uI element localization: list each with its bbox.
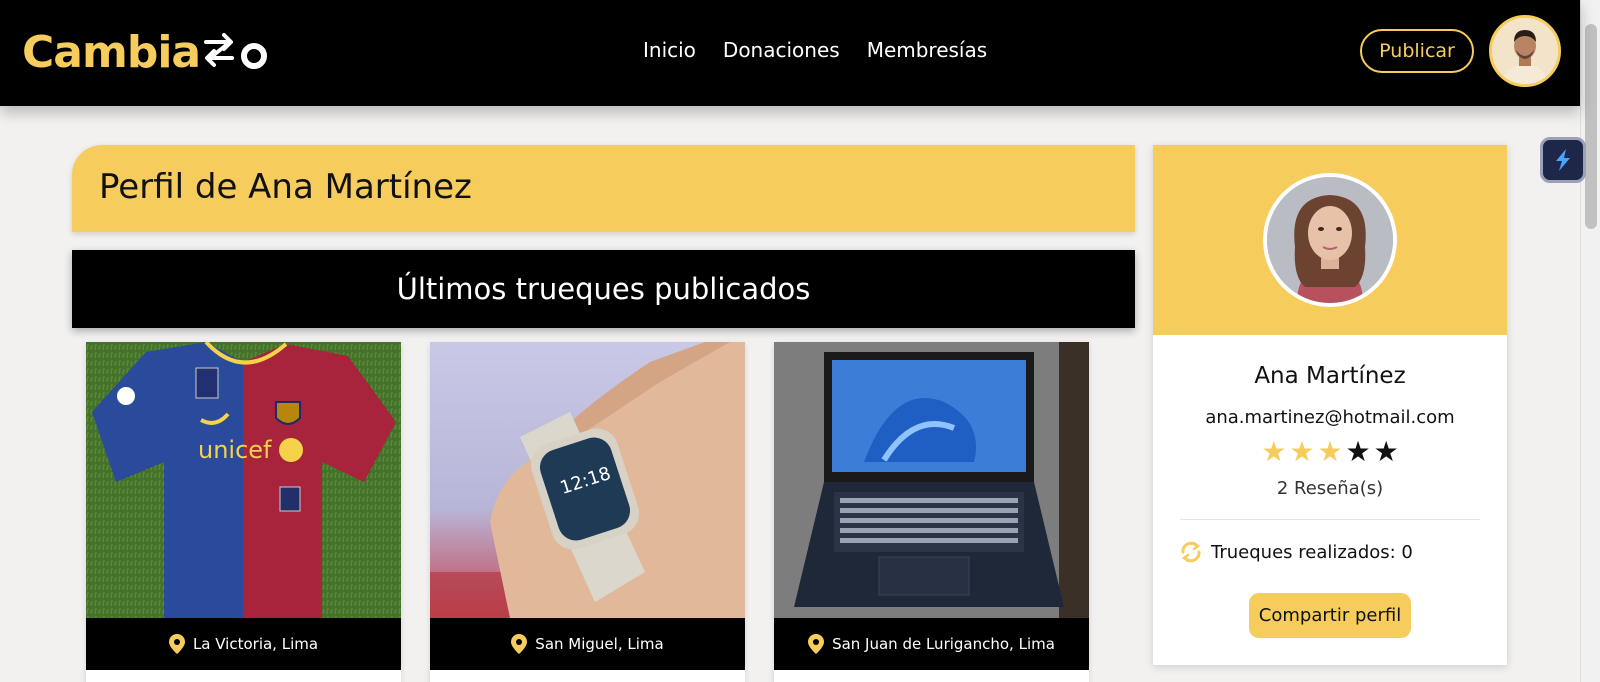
nav-donaciones-link[interactable]: Donaciones (723, 38, 840, 62)
svg-text:unicef: unicef (198, 436, 272, 464)
lightning-icon (1556, 149, 1570, 171)
page-title: Perfil de Ana Martínez (99, 167, 472, 207)
profile-sidebar: Ana Martínez ana.martinez@hotmail.com ★ ★… (1153, 145, 1507, 665)
page-scrollbar[interactable] (1580, 0, 1600, 682)
star-filled-icon: ★ (1261, 436, 1287, 467)
profile-email: ana.martinez@hotmail.com (1205, 407, 1455, 428)
brand-logo[interactable]: Cambia (22, 26, 270, 78)
listing-location: San Juan de Lurigancho, Lima (774, 618, 1089, 670)
star-empty-icon: ★ (1345, 436, 1371, 467)
location-pin-icon (808, 634, 825, 654)
listing-location: San Miguel, Lima (430, 618, 745, 670)
publish-button[interactable]: Publicar (1360, 29, 1474, 73)
scrollbar-thumb[interactable] (1585, 24, 1597, 229)
profile-name: Ana Martínez (1254, 363, 1406, 389)
listing-card[interactable]: San Juan de Lurigancho, Lima (774, 342, 1089, 682)
exchange-arrows-icon (202, 30, 270, 74)
listing-image-jersey: unicef (86, 342, 401, 618)
listing-image-watch: 12:18 (430, 342, 745, 618)
nav-membresias-link[interactable]: Membresías (867, 38, 987, 62)
listing-image-laptop (774, 342, 1089, 618)
star-filled-icon: ★ (1317, 436, 1343, 467)
rating-stars: ★ ★ ★ ★ ★ (1153, 437, 1507, 467)
star-filled-icon: ★ (1289, 436, 1315, 467)
location-pin-icon (511, 634, 528, 654)
listing-location: La Victoria, Lima (86, 618, 401, 670)
location-pin-icon (168, 634, 185, 654)
star-empty-icon: ★ (1373, 436, 1399, 467)
listing-location-text: San Juan de Lurigancho, Lima (832, 635, 1055, 653)
profile-title-banner: Perfil de Ana Martínez (72, 145, 1135, 232)
reviews-count[interactable]: 2 Reseña(s) (1153, 478, 1507, 499)
brand-logo-text: Cambia (22, 26, 201, 78)
divider (1180, 519, 1480, 520)
top-navbar: Cambia Inicio Donaciones Membresías Publ… (0, 0, 1580, 106)
trades-count: Trueques realizados: 0 (1179, 540, 1413, 564)
profile-avatar (1263, 173, 1397, 307)
nav-inicio-link[interactable]: Inicio (643, 38, 696, 62)
listing-card[interactable]: unicef La Victoria, Lima (86, 342, 401, 682)
floating-extension-button[interactable] (1540, 137, 1586, 183)
listing-location-text: La Victoria, Lima (192, 635, 319, 653)
exchange-icon (1181, 541, 1201, 563)
section-header: Últimos trueques publicados (72, 250, 1135, 328)
user-avatar[interactable] (1489, 15, 1561, 87)
listing-location-text: San Miguel, Lima (535, 635, 664, 653)
listing-card[interactable]: 12:18 San Miguel, Lima (430, 342, 745, 682)
trades-count-text: Trueques realizados: 0 (1211, 541, 1413, 563)
main-nav: Inicio Donaciones Membresías (643, 38, 987, 62)
section-title: Últimos trueques publicados (396, 272, 811, 306)
share-profile-button[interactable]: Compartir perfil (1249, 593, 1411, 638)
